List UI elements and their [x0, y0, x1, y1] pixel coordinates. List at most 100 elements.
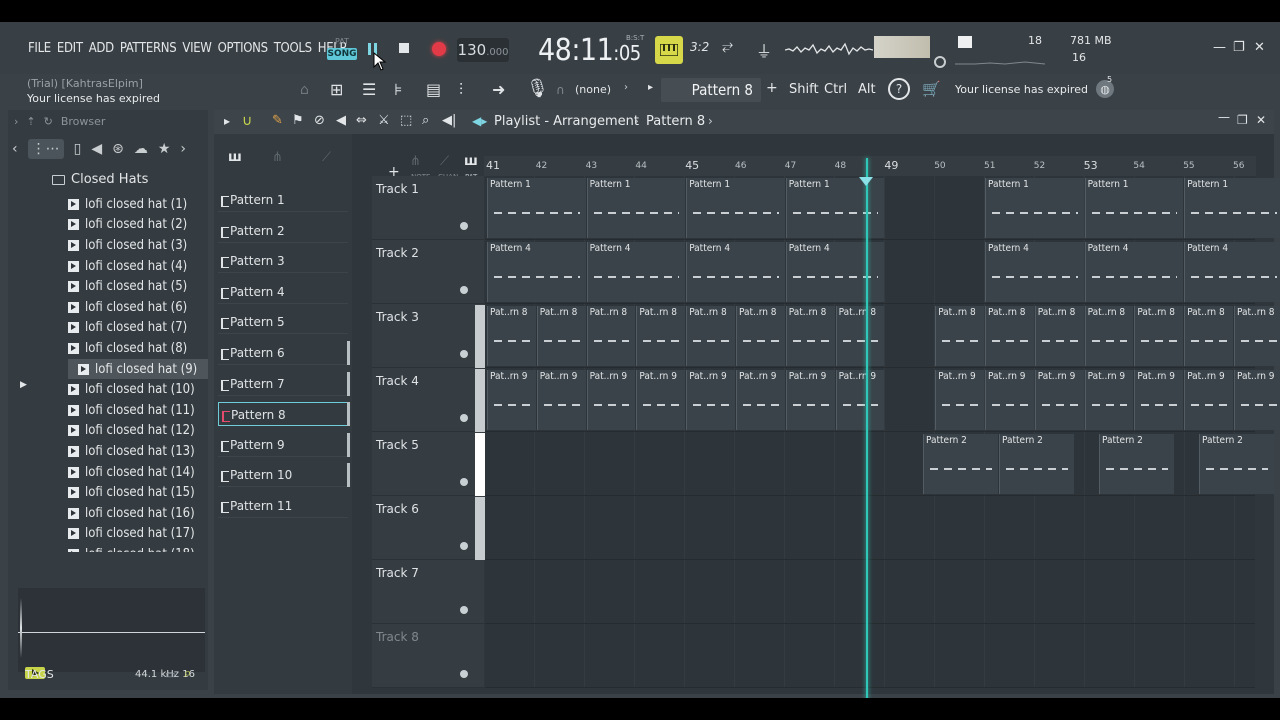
pattern-clip[interactable]: Pat..rn 9: [1234, 370, 1280, 430]
track-lane[interactable]: [485, 560, 1255, 624]
pattern-clip[interactable]: Pat..rn 8: [487, 306, 536, 366]
browser-file-item[interactable]: lofi closed hat (9): [68, 358, 208, 380]
pattern-clip[interactable]: Pattern 1: [586, 178, 686, 238]
track-mute-dot[interactable]: [460, 350, 468, 358]
pattern-clip[interactable]: Pat..rn 9: [1084, 370, 1134, 430]
pattern-clip[interactable]: Pat..rn 9: [736, 370, 785, 430]
browser-file-item[interactable]: lofi closed hat (13): [68, 441, 208, 462]
pattern-clip[interactable]: Pat..rn 9: [935, 370, 984, 430]
playlist-close-icon[interactable]: ✕: [1256, 113, 1266, 127]
record-button[interactable]: [431, 41, 447, 57]
arrangement-arrow-icon[interactable]: ◀▸: [472, 114, 487, 128]
collapse-icon[interactable]: ›: [14, 115, 18, 128]
browser-file-item[interactable]: lofi closed hat (18): [68, 544, 208, 552]
browser-file-item[interactable]: lofi closed hat (8): [68, 338, 208, 359]
track-mute-dot[interactable]: [460, 478, 468, 486]
typing-keyboard-button[interactable]: [655, 36, 683, 64]
track-mute-dot[interactable]: [460, 670, 468, 678]
pattern-clip[interactable]: Pat..rn 9: [636, 370, 686, 430]
track-mute-dot[interactable]: [460, 542, 468, 550]
browser-file-item[interactable]: lofi closed hat (5): [68, 276, 208, 297]
pattern-clip[interactable]: Pattern 1: [1084, 178, 1184, 238]
pat-filter-icon[interactable]: ш: [464, 154, 478, 169]
playlist-maximize-icon[interactable]: ❐: [1237, 113, 1248, 127]
track-mute-dot[interactable]: [460, 606, 468, 614]
pattern-picker-item[interactable]: Pattern 8: [218, 402, 348, 427]
pattern-clip[interactable]: Pat..rn 9: [985, 370, 1034, 430]
refresh-icon[interactable]: ↻: [44, 115, 53, 128]
pattern-clip[interactable]: Pat..rn 8: [736, 306, 785, 366]
browser-file-item[interactable]: lofi closed hat (1): [68, 194, 208, 215]
browser-file-item[interactable]: lofi closed hat (4): [68, 256, 208, 277]
pat-song-toggle[interactable]: PAT SONG: [327, 37, 357, 65]
folder-small-icon[interactable]: ▭: [165, 668, 175, 681]
slip-tool-icon[interactable]: ⇔: [356, 113, 367, 128]
browser-file-item[interactable]: lofi closed hat (17): [68, 524, 208, 545]
track-mute-dot[interactable]: [460, 286, 468, 294]
chevron-left-icon[interactable]: ‹: [12, 141, 18, 157]
menu-file[interactable]: FILE: [28, 41, 51, 56]
channel-rack-button[interactable]: ☰: [362, 80, 376, 99]
track-lane[interactable]: Pattern 4 Pattern 4 Pattern 4 Pattern 4 Patt…: [485, 240, 1280, 304]
browser-file-item[interactable]: lofi closed hat (14): [68, 462, 208, 483]
mixer-button[interactable]: ▤: [426, 80, 441, 99]
mute-tool-icon[interactable]: ◀: [336, 113, 346, 128]
ctrl-button[interactable]: Ctrl: [824, 82, 847, 97]
pattern-clip[interactable]: Pattern 1: [785, 178, 885, 238]
pattern-clip[interactable]: Pattern 4: [1184, 242, 1280, 302]
master-pitch-knob[interactable]: [934, 56, 946, 68]
playhead[interactable]: [866, 158, 868, 698]
pattern-clip[interactable]: Pattern 1: [686, 178, 785, 238]
pattern-clip[interactable]: Pat..rn 8: [1084, 306, 1134, 366]
close-button[interactable]: ✕: [1254, 40, 1265, 55]
shop-button[interactable]: 🛒: [922, 80, 941, 98]
playlist-button[interactable]: ⊞: [330, 80, 343, 99]
pattern-clip[interactable]: Pat..rn 9: [487, 370, 536, 430]
playhead-marker-icon[interactable]: [859, 177, 873, 186]
step-edit-button[interactable]: 3:2: [690, 40, 709, 54]
track-selection-bar[interactable]: [475, 433, 485, 496]
pattern-clip[interactable]: Pattern 1: [985, 178, 1084, 238]
pattern-picker-item[interactable]: Pattern 5: [218, 310, 348, 335]
track-selection-bar[interactable]: [475, 497, 485, 560]
pattern-picker-item[interactable]: Pattern 3: [218, 249, 348, 274]
breadcrumb-pattern[interactable]: Pattern 8: [646, 114, 705, 129]
automation-icon[interactable]: ⟋: [322, 150, 331, 165]
minimize-button[interactable]: —: [1213, 40, 1226, 55]
browser-file-item[interactable]: lofi closed hat (2): [68, 215, 208, 236]
pattern-clip[interactable]: Pat..rn 9: [835, 370, 885, 430]
menu-options[interactable]: OPTIONS: [218, 41, 268, 56]
record-audio-button[interactable]: 🎙: [526, 78, 549, 99]
paint-brush-icon[interactable]: ⚑: [292, 113, 304, 128]
pattern-picker-item[interactable]: Pattern 1: [218, 188, 348, 212]
pattern-clip[interactable]: Pat..rn 9: [586, 370, 636, 430]
zoom-tool-icon[interactable]: ⌕: [422, 113, 429, 128]
pattern-clip[interactable]: Pattern 4: [487, 242, 586, 302]
pattern-clip[interactable]: Pat..rn 8: [636, 306, 686, 366]
pattern-clip[interactable]: Pat..rn 9: [686, 370, 735, 430]
magnet-icon[interactable]: ∪: [242, 113, 252, 129]
pattern-clip[interactable]: Pat..rn 8: [785, 306, 835, 366]
pattern-clip[interactable]: Pat..rn 9: [1134, 370, 1184, 430]
alt-button[interactable]: Alt: [858, 82, 876, 97]
all-content-icon[interactable]: ⋮⋯: [27, 139, 64, 159]
pattern-clip[interactable]: Pattern 2: [999, 434, 1074, 494]
tempo-display[interactable]: 130.000: [457, 38, 509, 62]
pattern-picker-item[interactable]: Pattern 11: [218, 494, 348, 518]
folder-closed-hats[interactable]: Closed Hats: [52, 172, 148, 187]
track-mute-dot[interactable]: [460, 414, 468, 422]
pattern-selector[interactable]: Pattern 8: [661, 78, 761, 102]
pattern-picker-item[interactable]: Pattern 6: [218, 341, 348, 365]
playlist-minimize-icon[interactable]: —: [1218, 110, 1230, 124]
current-project-icon[interactable]: ▯: [74, 141, 82, 157]
pattern-clip[interactable]: Pattern 2: [1199, 434, 1274, 494]
piano-icon[interactable]: ш: [228, 150, 242, 165]
menu-add[interactable]: ADD: [89, 41, 114, 56]
stop-button[interactable]: [396, 40, 412, 56]
pattern-clip[interactable]: Pat..rn 8: [1034, 306, 1084, 366]
pattern-picker-item[interactable]: Pattern 10: [218, 463, 348, 488]
chan-filter-icon[interactable]: ⟋: [440, 154, 449, 169]
piano-roll-button[interactable]: ⊧: [394, 80, 402, 99]
select-tool-icon[interactable]: ⬚: [400, 113, 412, 128]
delete-tool-icon[interactable]: ⊘: [314, 113, 325, 128]
